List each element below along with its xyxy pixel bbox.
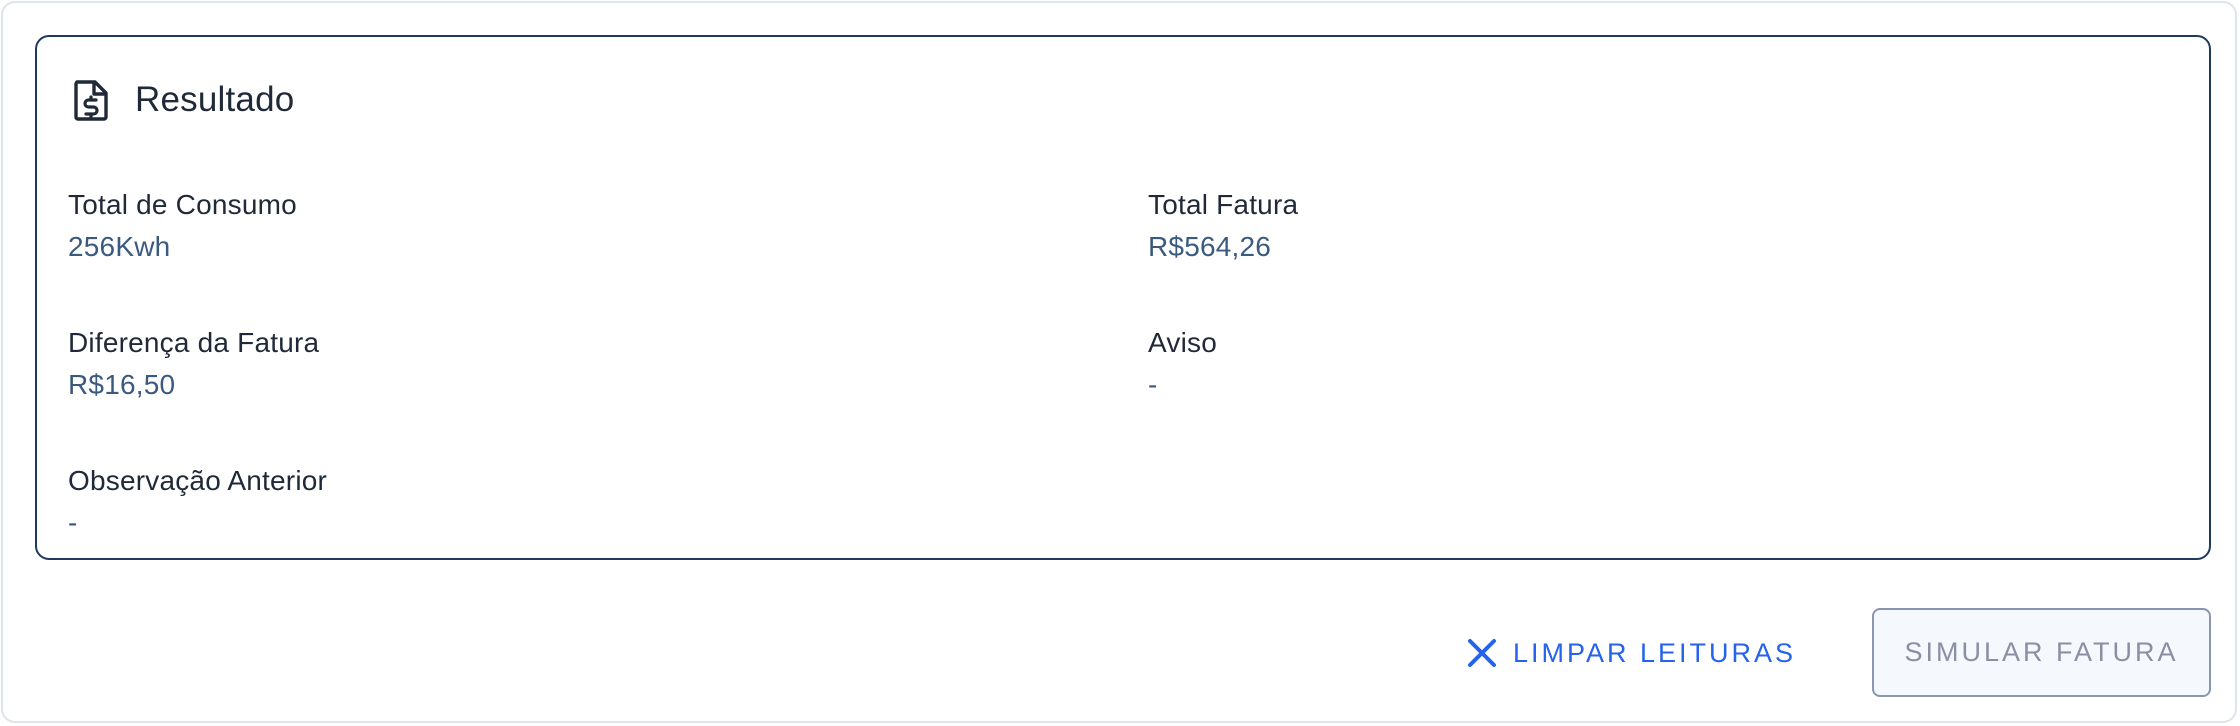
field-diferenca-fatura: Diferença da Fatura R$16,50 [68,325,319,403]
field-value: R$16,50 [68,369,176,400]
field-label: Total Fatura [1148,189,1299,220]
card-header: Resultado [71,75,294,125]
field-total-fatura: Total Fatura R$564,26 [1148,187,1298,265]
result-card: Resultado Total de Consumo 256Kwh Total … [35,35,2211,560]
card-title: Resultado [135,80,295,119]
simulate-invoice-label: SIMULAR FATURA [1904,637,2179,667]
invoice-dollar-icon [71,78,111,122]
clear-readings-label: LIMPAR LEITURAS [1513,637,1797,668]
field-label: Observação Anterior [68,465,328,496]
field-value: 256Kwh [68,231,171,262]
field-label: Diferença da Fatura [68,327,320,358]
clear-readings-button[interactable]: LIMPAR LEITURAS [1455,625,1806,681]
simulate-invoice-button[interactable]: SIMULAR FATURA [1872,608,2211,697]
result-panel: Resultado Total de Consumo 256Kwh Total … [1,1,2237,723]
field-value: R$564,26 [1148,231,1272,262]
field-label: Aviso [1148,327,1217,358]
field-value: - [1148,369,1158,400]
field-aviso: Aviso - [1148,325,1217,403]
field-label: Total de Consumo [68,189,297,220]
close-icon [1465,636,1499,670]
field-total-consumo: Total de Consumo 256Kwh [68,187,297,265]
field-observacao-anterior: Observação Anterior - [68,463,327,541]
field-value: - [68,507,78,538]
